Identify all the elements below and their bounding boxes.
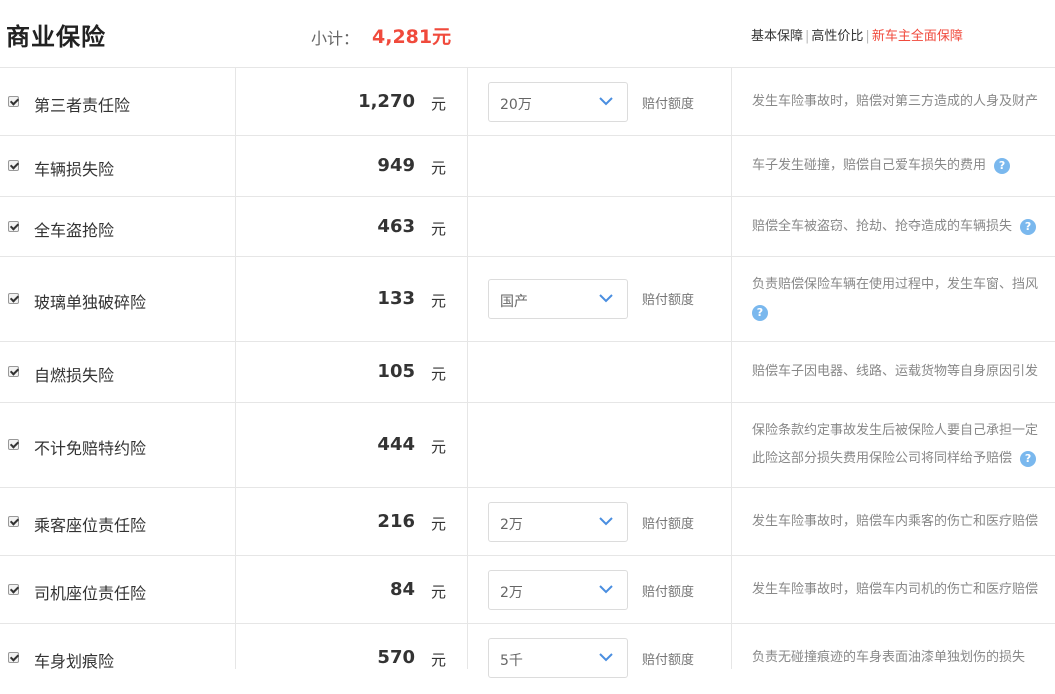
- insurance-name: 第三者责任险: [34, 96, 131, 115]
- price-unit: 元: [431, 95, 447, 113]
- price-unit: 元: [431, 220, 447, 238]
- help-icon[interactable]: ?: [1020, 450, 1037, 467]
- help-icon[interactable]: ?: [1020, 218, 1037, 235]
- description-text: 赔偿全车被盗窃、抢劫、抢夺造成的车辆损失: [752, 219, 1013, 234]
- coverage-select[interactable]: 国产: [488, 279, 628, 319]
- plan-selector: 基本保障 | 高性价比 | 新车主全面保障: [751, 25, 963, 44]
- row-checkbox[interactable]: [8, 584, 19, 595]
- coverage-value: 国产: [500, 294, 528, 310]
- insurance-name: 车身划痕险: [34, 652, 115, 671]
- amount-label: 赔付额度: [642, 585, 695, 600]
- coverage-value: 2万: [500, 517, 523, 533]
- insurance-table: 第三者责任险 1,270 元 20万 赔付额度 发生车险事故时，赔偿对第三方造成…: [0, 67, 1055, 694]
- coverage-value: 2万: [500, 585, 523, 601]
- row-checkbox[interactable]: [8, 516, 19, 527]
- insurance-price: 84: [389, 579, 415, 600]
- description-text: 保险条款约定事故发生后被保险人要自己承担一定: [752, 423, 1039, 438]
- divider: |: [805, 29, 810, 44]
- insurance-description: 发生车险事故时，赔偿车内司机的伤亡和医疗赔偿: [752, 576, 1055, 604]
- description-text: 负责无碰撞痕迹的车身表面油漆单独划伤的损失: [752, 650, 1026, 665]
- insurance-description: 发生车险事故时，赔偿对第三方造成的人身及财产: [752, 88, 1055, 116]
- insurance-description: 赔偿车子因电器、线路、运载货物等自身原因引发: [752, 358, 1055, 386]
- table-row: 车辆损失险 949 元 车子发生碰撞，赔偿自己爱车损失的费用?: [0, 136, 1055, 197]
- insurance-price: 1,270: [358, 91, 415, 112]
- insurance-description: 车子发生碰撞，赔偿自己爱车损失的费用?: [752, 152, 1055, 180]
- row-checkbox[interactable]: [8, 293, 19, 304]
- row-checkbox[interactable]: [8, 652, 19, 663]
- description-text: 赔偿车子因电器、线路、运载货物等自身原因引发: [752, 364, 1039, 379]
- insurance-description: 负责无碰撞痕迹的车身表面油漆单独划伤的损失: [752, 644, 1055, 672]
- table-row: 车身划痕险 570 元 5千 赔付额度 负责无碰撞痕迹的车身表面油漆单独划伤的损…: [0, 624, 1055, 694]
- table-row: 司机座位责任险 84 元 2万 赔付额度 发生车险事故时，赔偿车内司机的伤亡和医…: [0, 556, 1055, 624]
- insurance-name: 不计免赔特约险: [34, 439, 147, 458]
- help-icon[interactable]: ?: [994, 157, 1011, 174]
- subtotal-value: 4,281元: [372, 26, 452, 48]
- row-checkbox[interactable]: [8, 439, 19, 450]
- chevron-down-icon: [599, 97, 613, 106]
- chevron-down-icon: [599, 585, 613, 594]
- insurance-description: 发生车险事故时，赔偿车内乘客的伤亡和医疗赔偿: [752, 508, 1055, 536]
- coverage-select[interactable]: 2万: [488, 502, 628, 542]
- insurance-name: 乘客座位责任险: [34, 516, 147, 535]
- row-checkbox[interactable]: [8, 160, 19, 171]
- price-unit: 元: [431, 515, 447, 533]
- table-row: 自燃损失险 105 元 赔偿车子因电器、线路、运载货物等自身原因引发: [0, 342, 1055, 403]
- insurance-name: 司机座位责任险: [34, 584, 147, 603]
- price-unit: 元: [431, 438, 447, 456]
- description-text: 此险这部分损失费用保险公司将同样给予赔偿: [752, 451, 1013, 466]
- header: 商业保险 小计： 4,281元 基本保障 | 高性价比 | 新车主全面保障: [0, 0, 1055, 68]
- plan-full-link[interactable]: 新车主全面保障: [872, 29, 963, 44]
- price-unit: 元: [431, 651, 447, 669]
- coverage-select[interactable]: 20万: [488, 82, 628, 122]
- coverage-select[interactable]: 5千: [488, 638, 628, 678]
- amount-label: 赔付额度: [642, 517, 695, 532]
- divider: |: [865, 29, 870, 44]
- help-icon[interactable]: ?: [752, 304, 768, 321]
- insurance-price: 570: [377, 647, 415, 668]
- insurance-price: 444: [377, 434, 415, 455]
- amount-label: 赔付额度: [642, 293, 695, 308]
- row-checkbox[interactable]: [8, 221, 19, 232]
- price-unit: 元: [431, 292, 447, 310]
- coverage-value: 5千: [500, 653, 523, 669]
- page-title: 商业保险: [6, 23, 106, 51]
- table-row: 第三者责任险 1,270 元 20万 赔付额度 发生车险事故时，赔偿对第三方造成…: [0, 68, 1055, 136]
- table-row: 全车盗抢险 463 元 赔偿全车被盗窃、抢劫、抢夺造成的车辆损失?: [0, 197, 1055, 257]
- price-unit: 元: [431, 583, 447, 601]
- insurance-description: 保险条款约定事故发生后被保险人要自己承担一定 此险这部分损失费用保险公司将同样给…: [752, 417, 1055, 473]
- description-text: 发生车险事故时，赔偿对第三方造成的人身及财产: [752, 94, 1039, 109]
- chevron-down-icon: [599, 294, 613, 303]
- insurance-price: 463: [377, 216, 415, 237]
- chevron-down-icon: [599, 517, 613, 526]
- insurance-price: 133: [377, 288, 415, 309]
- insurance-price: 949: [377, 155, 415, 176]
- chevron-down-icon: [599, 653, 613, 662]
- insurance-price: 216: [377, 511, 415, 532]
- subtotal-label: 小计：: [311, 29, 360, 48]
- plan-value-link[interactable]: 高性价比: [811, 29, 863, 44]
- coverage-value: 20万: [500, 97, 532, 113]
- insurance-name: 玻璃单独破碎险: [34, 293, 147, 312]
- table-row: 乘客座位责任险 216 元 2万 赔付额度 发生车险事故时，赔偿车内乘客的伤亡和…: [0, 488, 1055, 556]
- table-row: 玻璃单独破碎险 133 元 国产 赔付额度 负责赔偿保险车辆在使用过程中，发生车…: [0, 257, 1055, 342]
- description-text: 负责赔偿保险车辆在使用过程中，发生车窗、挡风: [752, 277, 1039, 292]
- insurance-name: 车辆损失险: [34, 160, 115, 179]
- description-text: 车子发生碰撞，赔偿自己爱车损失的费用: [752, 158, 987, 173]
- insurance-price: 105: [377, 361, 415, 382]
- price-unit: 元: [431, 159, 447, 177]
- description-text: 发生车险事故时，赔偿车内乘客的伤亡和医疗赔偿: [752, 514, 1039, 529]
- table-row: 不计免赔特约险 444 元 保险条款约定事故发生后被保险人要自己承担一定 此险这…: [0, 403, 1055, 488]
- plan-basic-link[interactable]: 基本保障: [751, 29, 803, 44]
- amount-label: 赔付额度: [642, 653, 695, 668]
- row-checkbox[interactable]: [8, 96, 19, 107]
- insurance-description: 负责赔偿保险车辆在使用过程中，发生车窗、挡风 ?: [752, 271, 1055, 327]
- amount-label: 赔付额度: [642, 97, 695, 112]
- insurance-name: 全车盗抢险: [34, 221, 115, 240]
- insurance-name: 自燃损失险: [34, 366, 115, 385]
- insurance-description: 赔偿全车被盗窃、抢劫、抢夺造成的车辆损失?: [752, 213, 1055, 241]
- description-text: 发生车险事故时，赔偿车内司机的伤亡和医疗赔偿: [752, 582, 1039, 597]
- price-unit: 元: [431, 365, 447, 383]
- coverage-select[interactable]: 2万: [488, 570, 628, 610]
- row-checkbox[interactable]: [8, 366, 19, 377]
